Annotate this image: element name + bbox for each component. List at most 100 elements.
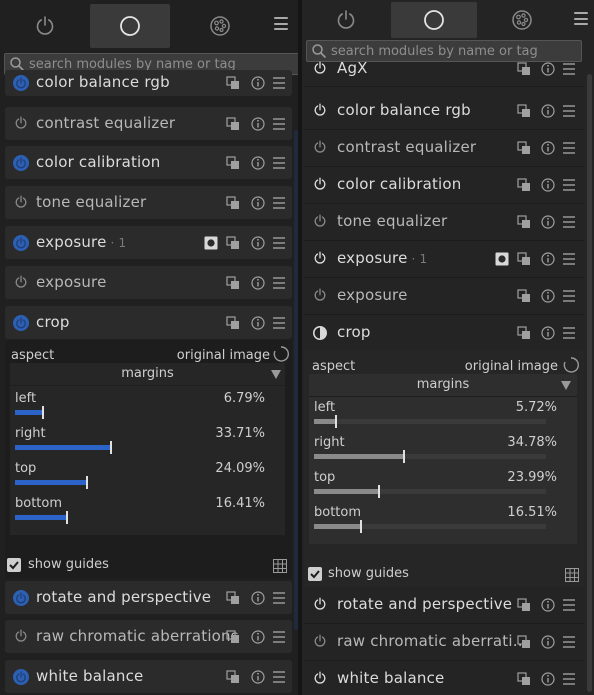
margins-header[interactable]: margins — [309, 374, 577, 397]
menu-icon[interactable] — [272, 670, 286, 684]
power-icon[interactable] — [310, 632, 330, 652]
info-icon[interactable] — [541, 141, 555, 155]
module-color-balance-rgb[interactable]: color balance rgb — [5, 70, 292, 96]
menu-icon[interactable] — [272, 156, 286, 170]
module-tone-equalizer[interactable]: tone equalizer — [304, 204, 584, 241]
hamburger-icon[interactable] — [574, 12, 588, 25]
copy-icon[interactable] — [226, 630, 240, 644]
info-icon[interactable] — [541, 672, 555, 686]
power-icon[interactable] — [11, 233, 31, 253]
aspect-value[interactable]: original image — [465, 359, 558, 374]
aspect-value[interactable]: original image — [177, 348, 270, 363]
info-icon[interactable] — [541, 635, 555, 649]
module-exposure-1[interactable]: exposure · 1 — [5, 226, 292, 259]
power-icon[interactable] — [310, 249, 330, 269]
menu-icon[interactable] — [562, 289, 576, 303]
module-raw-chromatic-aberrations[interactable]: raw chromatic aberrati… — [304, 624, 584, 661]
margin-bottom-slider[interactable] — [314, 520, 546, 533]
power-icon[interactable] — [11, 273, 31, 293]
copy-icon[interactable] — [517, 289, 531, 303]
info-icon[interactable] — [541, 252, 555, 266]
power-icon[interactable] — [310, 212, 330, 232]
copy-icon[interactable] — [517, 635, 531, 649]
show-guides-row[interactable]: show guides — [5, 556, 292, 576]
power-icon[interactable] — [310, 138, 330, 158]
menu-icon[interactable] — [562, 104, 576, 118]
menu-icon[interactable] — [562, 326, 576, 340]
slider-handle[interactable] — [42, 406, 44, 419]
info-icon[interactable] — [541, 62, 555, 76]
module-tone-equalizer[interactable]: tone equalizer — [5, 186, 292, 219]
slider-handle[interactable] — [86, 476, 88, 489]
module-exposure-1[interactable]: exposure · 1 — [304, 241, 584, 278]
margin-bottom-value[interactable]: 16.41% — [215, 496, 265, 511]
menu-icon[interactable] — [272, 236, 286, 250]
power-icon[interactable] — [310, 323, 330, 343]
tab-creative-modules[interactable] — [180, 4, 260, 48]
margin-right-slider[interactable] — [15, 441, 267, 454]
tab-active-modules[interactable] — [306, 2, 386, 38]
copy-icon[interactable] — [226, 670, 240, 684]
info-icon[interactable] — [251, 156, 265, 170]
reset-icon[interactable] — [272, 345, 290, 363]
copy-icon[interactable] — [517, 141, 531, 155]
reset-icon[interactable] — [562, 356, 580, 374]
show-guides-row[interactable]: show guides — [304, 565, 584, 585]
margin-top-slider[interactable] — [15, 476, 267, 489]
power-icon[interactable] — [310, 59, 330, 79]
power-icon[interactable] — [11, 73, 31, 93]
module-rotate-and-perspective[interactable]: rotate and perspective — [304, 587, 584, 624]
power-icon[interactable] — [310, 669, 330, 689]
tab-active-modules[interactable] — [5, 4, 85, 48]
tab-base-modules[interactable] — [391, 2, 477, 38]
menu-icon[interactable] — [562, 635, 576, 649]
info-icon[interactable] — [251, 630, 265, 644]
menu-icon[interactable] — [562, 215, 576, 229]
power-icon[interactable] — [310, 101, 330, 121]
menu-icon[interactable] — [562, 62, 576, 76]
copy-icon[interactable] — [226, 236, 240, 250]
module-exposure[interactable]: exposure — [304, 278, 584, 315]
info-icon[interactable] — [541, 215, 555, 229]
module-rotate-and-perspective[interactable]: rotate and perspective — [5, 581, 292, 614]
hamburger-icon[interactable] — [274, 17, 288, 30]
slider-handle[interactable] — [110, 441, 112, 454]
margin-right-value[interactable]: 34.78% — [507, 435, 557, 450]
menu-icon[interactable] — [562, 178, 576, 192]
module-color-calibration[interactable]: color calibration — [304, 167, 584, 204]
info-icon[interactable] — [251, 196, 265, 210]
slider-handle[interactable] — [335, 415, 337, 428]
menu-icon[interactable] — [272, 630, 286, 644]
info-icon[interactable] — [251, 316, 265, 330]
module-color-calibration[interactable]: color calibration — [5, 146, 292, 179]
power-icon[interactable] — [11, 588, 31, 608]
copy-icon[interactable] — [226, 316, 240, 330]
info-icon[interactable] — [251, 276, 265, 290]
copy-icon[interactable] — [226, 156, 240, 170]
copy-icon[interactable] — [517, 672, 531, 686]
slider-handle[interactable] — [403, 450, 405, 463]
module-contrast-equalizer[interactable]: contrast equalizer — [5, 107, 292, 140]
copy-icon[interactable] — [226, 117, 240, 131]
margin-left-slider[interactable] — [314, 415, 546, 428]
grid-icon[interactable] — [565, 568, 579, 582]
info-icon[interactable] — [541, 178, 555, 192]
module-raw-chromatic-aberrations[interactable]: raw chromatic aberrations — [5, 620, 292, 653]
info-icon[interactable] — [251, 591, 265, 605]
tab-creative-modules[interactable] — [482, 2, 562, 38]
power-icon[interactable] — [11, 627, 31, 647]
power-icon[interactable] — [310, 175, 330, 195]
power-icon[interactable] — [11, 667, 31, 687]
info-icon[interactable] — [541, 598, 555, 612]
menu-icon[interactable] — [272, 196, 286, 210]
margin-right-value[interactable]: 33.71% — [215, 426, 265, 441]
copy-icon[interactable] — [517, 598, 531, 612]
info-icon[interactable] — [251, 236, 265, 250]
power-icon[interactable] — [310, 595, 330, 615]
info-icon[interactable] — [541, 326, 555, 340]
power-icon[interactable] — [310, 286, 330, 306]
tab-base-modules[interactable] — [90, 4, 170, 48]
margins-header[interactable]: margins — [10, 363, 285, 386]
info-icon[interactable] — [541, 289, 555, 303]
margin-bottom-value[interactable]: 16.51% — [507, 505, 557, 520]
